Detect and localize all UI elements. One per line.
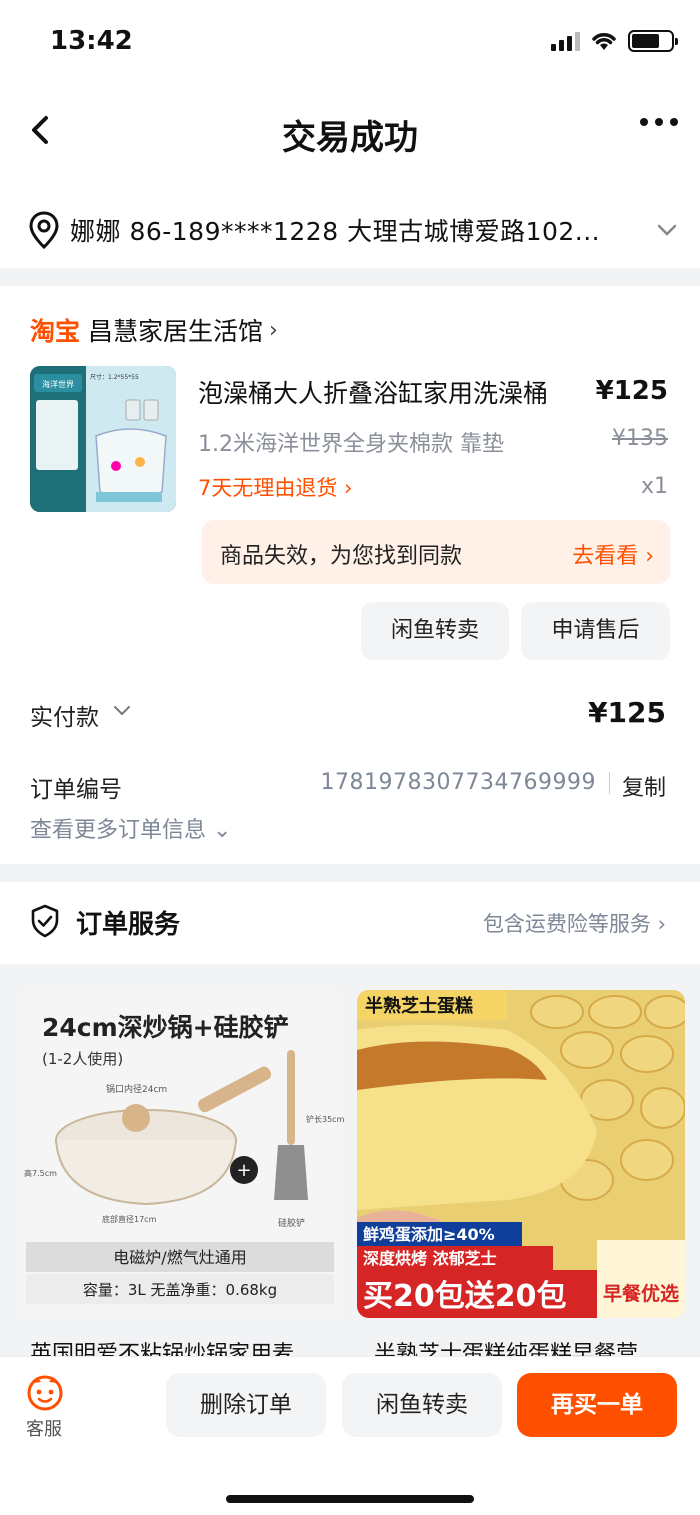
chevron-right-icon: › [269,317,278,343]
status-icons [551,30,678,52]
chevron-down-icon[interactable] [112,700,132,720]
shop-name: 昌慧家居生活馆 [88,317,264,346]
cake-product-image: 半熟芝士蛋糕 鲜鸡蛋添加≥40% 深度烘烤 浓郁芝士 买20包送20包 早餐优选 [357,990,685,1318]
address-row[interactable]: 娜娜 86-189****1228 大理古城博爱路102... [28,206,678,254]
location-pin-icon [29,211,59,250]
wok-caliber: 锅口内径24cm [106,1083,167,1095]
product-spec: 1.2米海洋世界全身夹棉款 靠垫 [198,432,504,457]
wok-product-image: 24cm深炒锅+硅胶铲 (1-2人使用) 锅口内径24cm + 铲长35cm 高… [16,990,344,1318]
cake-headline: 半熟芝士蛋糕 [365,995,473,1017]
cake-line1: 鲜鸡蛋添加≥40% [363,1225,495,1244]
recommendation-card-cake[interactable]: 半熟芝士蛋糕 鲜鸡蛋添加≥40% 深度烘烤 浓郁芝士 买20包送20包 早餐优选 [357,990,685,1318]
return-policy-link[interactable]: 7天无理由退货 › [198,472,352,502]
customer-service-label[interactable]: 客服 [26,1415,62,1441]
product-quantity: x1 [640,474,668,499]
copy-button[interactable]: 复制 [622,770,666,802]
paid-amount: ¥125 [588,696,666,729]
wok-spatula-len: 铲长35cm [306,1114,344,1124]
wok-height: 高7.5cm [24,1168,57,1178]
wok-band2: 容量：3L 无盖净重：0.68kg [83,1281,277,1299]
service-title: 订单服务 [76,910,181,940]
shield-check-icon [31,904,59,938]
original-price: ¥135 [612,426,668,451]
order-card: 淘宝 昌慧家居生活馆 › 海洋世界 尺寸：1.2*55*55 泡澡桶大人折叠浴缸… [0,286,700,864]
product-name[interactable]: 泡澡桶大人折叠浴缸家用洗澡桶 [198,374,548,410]
taobao-logo: 淘宝 [30,317,81,346]
product-image-size: 尺寸：1.2*55*55 [90,373,139,381]
page-title: 交易成功 [282,118,418,158]
home-indicator [226,1495,474,1503]
cake-line2: 深度烘烤 浓郁芝士 [363,1249,497,1268]
bottom-action-bar: 客服 删除订单 闲鱼转卖 再买一单 [0,1356,700,1515]
more-order-info-link[interactable]: 查看更多订单信息 ⌄ [30,812,231,844]
order-service-row[interactable]: 订单服务 包含运费险等服务 › [0,882,700,964]
wifi-icon [592,33,616,50]
cake-badge: 早餐优选 [603,1282,679,1305]
cake-line3: 买20包送20包 [363,1279,567,1314]
paid-label[interactable]: 实付款 [30,698,99,732]
divider [609,772,610,794]
signal-icon [551,31,580,51]
product-image-tag: 海洋世界 [42,379,74,389]
wok-band1: 电磁炉/燃气灶通用 [113,1248,246,1267]
recommendation-card-wok[interactable]: 24cm深炒锅+硅胶铲 (1-2人使用) 锅口内径24cm + 铲长35cm 高… [16,990,344,1318]
resell-button[interactable]: 闲鱼转卖 [361,602,509,660]
order-number: 1781978307734769999 [320,770,596,795]
see-similar-link[interactable]: 去看看 › [572,538,654,570]
nav-bar: 交易成功 [0,100,700,164]
wok-spatula: 硅胶铲 [278,1217,305,1229]
address-text: 娜娜 86-189****1228 大理古城博爱路102... [70,217,601,246]
header-area: 13:42 交易成功 娜娜 86-189****1228 大理古城博爱路102.… [0,0,700,268]
notice-text: 商品失效，为您找到同款 [220,544,463,569]
status-time: 13:42 [50,26,133,56]
delete-order-button[interactable]: 删除订单 [166,1373,326,1437]
product-price: ¥125 [595,376,668,406]
order-number-label: 订单编号 [30,777,122,803]
after-sale-button[interactable]: 申请售后 [521,602,670,660]
shop-link[interactable]: 淘宝 昌慧家居生活馆 › [30,312,278,348]
wok-sub: (1-2人使用) [42,1050,123,1068]
wok-headline: 24cm深炒锅+硅胶铲 [42,1013,289,1042]
product-image[interactable]: 海洋世界 尺寸：1.2*55*55 [30,366,176,512]
chevron-down-icon [657,224,677,236]
svg-text:+: + [236,1160,251,1181]
service-detail-link[interactable]: 包含运费险等服务 › [483,908,666,938]
buy-again-button[interactable]: 再买一单 [517,1373,677,1437]
battery-icon [628,30,678,52]
more-icon[interactable] [640,118,678,126]
customer-service-icon[interactable] [26,1373,64,1411]
wok-bottom: 底部直径17cm [102,1214,157,1224]
invalid-notice[interactable]: 商品失效，为您找到同款 去看看 › [202,520,670,584]
resell-button-bottom[interactable]: 闲鱼转卖 [342,1373,502,1437]
